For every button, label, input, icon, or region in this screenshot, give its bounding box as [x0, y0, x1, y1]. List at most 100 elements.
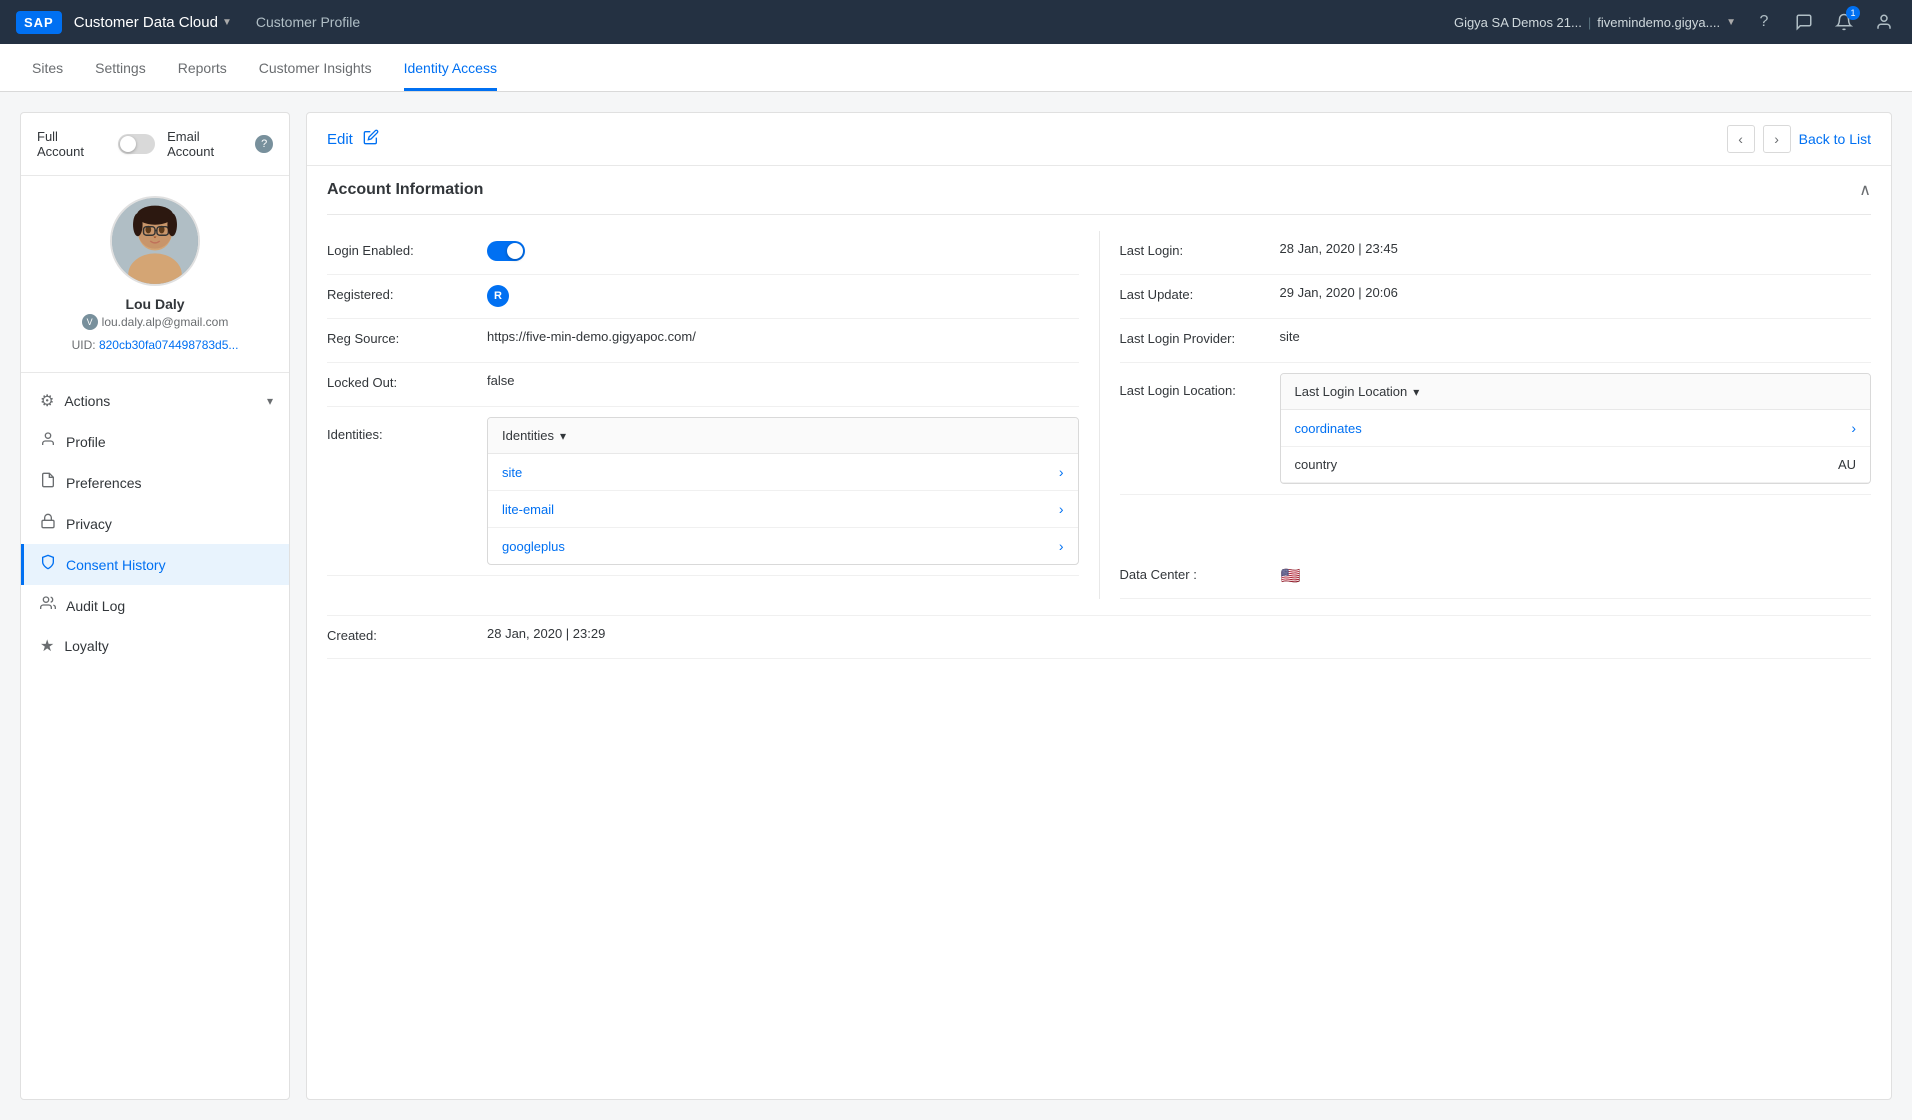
prev-arrow[interactable]: ‹	[1727, 125, 1755, 153]
identities-label: Identities:	[327, 417, 487, 442]
field-last-login-location: Last Login Location: Last Login Location…	[1120, 363, 1872, 495]
location-row-country: country AU	[1281, 447, 1871, 483]
sidebar: Full Account Email Account ?	[20, 112, 290, 1100]
audit-log-icon	[40, 595, 56, 616]
identity-lite-email-label: lite-email	[502, 502, 554, 517]
user-profile-section: Lou Daly V lou.daly.alp@gmail.com UID: 8…	[21, 176, 289, 373]
page-title-nav: Customer Profile	[256, 14, 360, 30]
field-created: Created: 28 Jan, 2020 | 23:29	[327, 615, 1871, 659]
field-last-login-provider: Last Login Provider: site	[1120, 319, 1872, 363]
tab-settings[interactable]: Settings	[95, 44, 146, 91]
account-help-icon[interactable]: ?	[255, 135, 273, 153]
reg-source-label: Reg Source:	[327, 329, 487, 346]
account-type-toggle[interactable]	[118, 134, 155, 154]
back-to-list-link[interactable]: Back to List	[1799, 131, 1871, 147]
profile-label: Profile	[66, 434, 106, 450]
location-box: Last Login Location ▾ coordinates › coun…	[1280, 373, 1872, 484]
actions-icon: ⚙	[40, 391, 54, 411]
tab-reports[interactable]: Reports	[178, 44, 227, 91]
tab-identity-access[interactable]: Identity Access	[404, 44, 497, 91]
loyalty-label: Loyalty	[64, 638, 108, 654]
reg-source-value: https://five-min-demo.gigyapoc.com/	[487, 329, 1079, 344]
sidebar-item-preferences[interactable]: Preferences	[21, 462, 289, 503]
actions-label: Actions	[64, 393, 110, 409]
login-enabled-value	[487, 241, 1079, 264]
last-login-label: Last Login:	[1120, 241, 1280, 258]
actions-expand-icon: ▾	[267, 394, 273, 408]
field-locked-out: Locked Out: false	[327, 363, 1079, 407]
sidebar-item-actions[interactable]: ⚙ Actions ▾	[21, 381, 289, 421]
section-col-left: Login Enabled: Registered: R Reg Source:	[327, 231, 1079, 599]
sidebar-item-loyalty[interactable]: ★ Loyalty	[21, 626, 289, 666]
tab-sites[interactable]: Sites	[32, 44, 63, 91]
main-layout: Full Account Email Account ?	[0, 92, 1912, 1120]
chat-icon[interactable]	[1792, 10, 1816, 34]
identities-header-label: Identities	[502, 428, 554, 443]
section-container: Account Information ∧ Login Enabled: Reg…	[307, 166, 1891, 1099]
identities-box: Identities ▾ site › lite-email ›	[487, 417, 1079, 565]
content-area: Edit ‹ › Back to List Account Informatio…	[306, 112, 1892, 1100]
login-enabled-toggle[interactable]	[487, 241, 525, 261]
created-value: 28 Jan, 2020 | 23:29	[487, 626, 1871, 641]
loyalty-icon: ★	[40, 636, 54, 656]
country-value: AU	[1838, 457, 1856, 472]
identity-googleplus-chevron: ›	[1059, 538, 1064, 554]
product-dropdown-arrow[interactable]: ▼	[222, 17, 232, 28]
uid-row: UID: 820cb30fa074498783d5...	[72, 338, 239, 352]
account-info: Gigya SA Demos 21... | fivemindemo.gigya…	[1454, 15, 1736, 30]
location-dropdown-header[interactable]: Last Login Location ▾	[1281, 374, 1871, 410]
coordinates-label: coordinates	[1295, 421, 1362, 436]
last-login-location-label: Last Login Location:	[1120, 373, 1280, 398]
collapse-section-icon[interactable]: ∧	[1859, 180, 1871, 200]
registered-badge: R	[487, 285, 509, 307]
identity-row-googleplus[interactable]: googleplus ›	[488, 528, 1078, 564]
consent-history-label: Consent History	[66, 557, 166, 573]
sidebar-item-consent-history[interactable]: Consent History	[21, 544, 289, 585]
sap-logo[interactable]: SAP	[16, 11, 62, 34]
user-avatar-icon[interactable]	[1872, 10, 1896, 34]
field-login-enabled: Login Enabled:	[327, 231, 1079, 275]
identity-site-label: site	[502, 465, 522, 480]
edit-pencil-icon[interactable]	[363, 129, 379, 150]
privacy-icon	[40, 513, 56, 534]
privacy-label: Privacy	[66, 516, 112, 532]
identities-dropdown-header[interactable]: Identities ▾	[488, 418, 1078, 454]
edit-link[interactable]: Edit	[327, 131, 353, 148]
uid-label: UID:	[72, 338, 96, 352]
email-account-label: Email Account	[167, 129, 247, 159]
sidebar-item-profile[interactable]: Profile	[21, 421, 289, 462]
tab-customer-insights[interactable]: Customer Insights	[259, 44, 372, 91]
top-nav-right: Gigya SA Demos 21... | fivemindemo.gigya…	[1454, 10, 1896, 34]
locked-out-label: Locked Out:	[327, 373, 487, 390]
field-data-center: Data Center : 🇺🇸	[1120, 555, 1872, 599]
identity-row-lite-email[interactable]: lite-email ›	[488, 491, 1078, 528]
sidebar-item-privacy[interactable]: Privacy	[21, 503, 289, 544]
next-arrow[interactable]: ›	[1763, 125, 1791, 153]
help-icon[interactable]: ?	[1752, 10, 1776, 34]
identity-row-site[interactable]: site ›	[488, 454, 1078, 491]
bell-icon[interactable]: 1	[1832, 10, 1856, 34]
uid-value[interactable]: 820cb30fa074498783d5...	[99, 338, 238, 352]
profile-icon	[40, 431, 56, 452]
content-header-right: ‹ › Back to List	[1727, 125, 1871, 153]
consent-history-icon	[40, 554, 56, 575]
location-header-label: Last Login Location	[1295, 384, 1408, 399]
sidebar-nav: ⚙ Actions ▾ Profile	[21, 373, 289, 1099]
identity-googleplus-label: googleplus	[502, 539, 565, 554]
location-row-coordinates[interactable]: coordinates ›	[1281, 410, 1871, 447]
country-label: country	[1295, 457, 1338, 472]
last-update-label: Last Update:	[1120, 285, 1280, 302]
user-display-name: Lou Daly	[125, 296, 184, 312]
sidebar-item-audit-log[interactable]: Audit Log	[21, 585, 289, 626]
section-divider	[1099, 231, 1100, 599]
user-email: lou.daly.alp@gmail.com	[102, 315, 229, 329]
section-col-right: Last Login: 28 Jan, 2020 | 23:45 Last Up…	[1120, 231, 1872, 599]
account-dropdown-arrow[interactable]: ▼	[1726, 17, 1736, 28]
preferences-icon	[40, 472, 56, 493]
registered-value: R	[487, 285, 1079, 307]
audit-log-label: Audit Log	[66, 598, 125, 614]
data-center-label: Data Center :	[1120, 565, 1280, 582]
user-avatar	[110, 196, 200, 286]
last-update-value: 29 Jan, 2020 | 20:06	[1280, 285, 1872, 300]
coordinates-chevron: ›	[1851, 420, 1856, 436]
